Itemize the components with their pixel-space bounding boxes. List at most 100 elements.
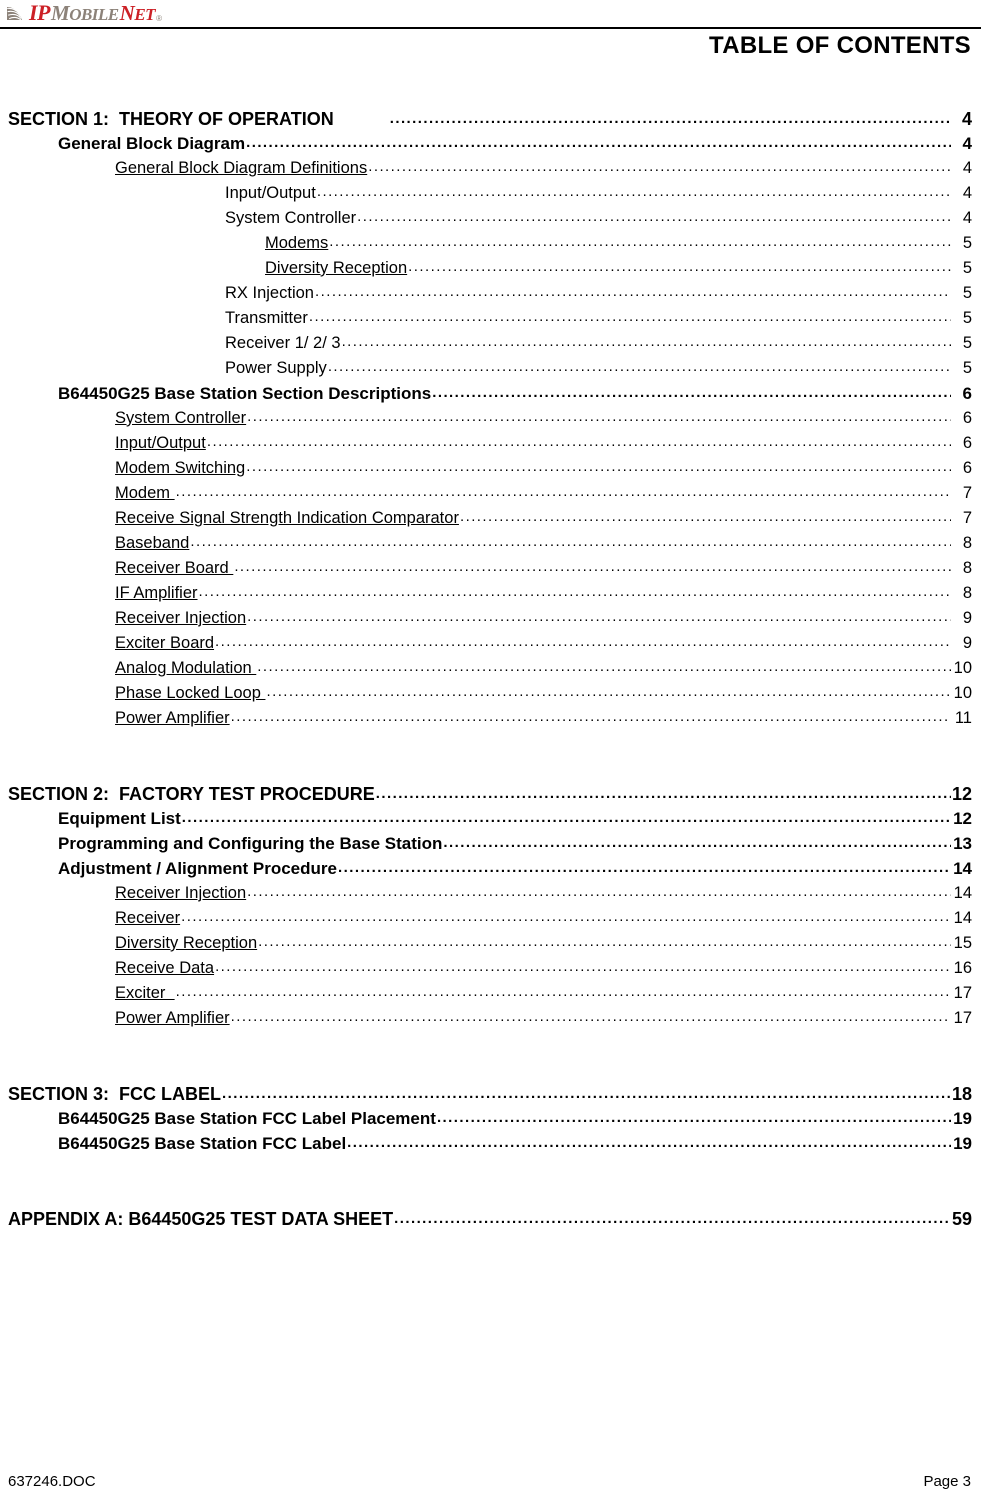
toc-entry-page-number: 16 bbox=[953, 959, 972, 977]
toc-entry-label: Input/Output bbox=[115, 434, 206, 452]
toc-section-gap bbox=[0, 735, 981, 785]
toc-dot-leader bbox=[376, 786, 951, 801]
toc-entry[interactable]: Receiver Injection 9 bbox=[0, 610, 981, 635]
toc-dot-leader bbox=[190, 534, 951, 549]
toc-dot-leader bbox=[176, 484, 951, 499]
toc-entry-page-number: 8 bbox=[962, 584, 972, 602]
toc-dot-leader bbox=[357, 209, 951, 224]
toc-dot-leader bbox=[443, 835, 951, 850]
toc-entry-page-number: 5 bbox=[962, 334, 972, 352]
toc-entry-label: Baseband bbox=[115, 534, 190, 552]
toc-entry[interactable]: Power Amplifier 17 bbox=[0, 1010, 981, 1035]
toc-entry[interactable]: Baseband 8 bbox=[0, 535, 981, 560]
toc-entry[interactable]: IF Amplifier 8 bbox=[0, 585, 981, 610]
toc-entry[interactable]: SECTION 3: FCC LABEL 18 bbox=[0, 1085, 981, 1110]
toc-entry-label: Equipment List bbox=[58, 809, 181, 828]
toc-section-gap bbox=[0, 1160, 981, 1210]
toc-entry[interactable]: Equipment List 12 bbox=[0, 810, 981, 835]
toc-entry[interactable]: Receiver Board 8 bbox=[0, 560, 981, 585]
toc-entry-page-number: 14 bbox=[953, 884, 972, 902]
toc-entry[interactable]: Modems 5 bbox=[0, 235, 981, 260]
toc-entry[interactable]: Diversity Reception 15 bbox=[0, 935, 981, 960]
toc-dot-leader bbox=[432, 385, 951, 400]
logo-text-mobile: MOBILE bbox=[51, 2, 119, 24]
toc-entry[interactable]: Input/Output 4 bbox=[0, 185, 981, 210]
toc-entry[interactable]: Receiver Injection 14 bbox=[0, 885, 981, 910]
toc-dot-leader bbox=[207, 434, 951, 449]
toc-entry[interactable]: System Controller 4 bbox=[0, 210, 981, 235]
toc-entry-page-number: 9 bbox=[962, 634, 972, 652]
toc-entry-label: B64450G25 Base Station FCC Label Placeme… bbox=[58, 1109, 436, 1128]
toc-dot-leader bbox=[246, 459, 951, 474]
toc-entry-page-number: 59 bbox=[951, 1209, 972, 1229]
toc-entry[interactable]: B64450G25 Base Station FCC Label Placeme… bbox=[0, 1110, 981, 1135]
toc-dot-leader bbox=[257, 659, 951, 674]
logo-mobile-rest: OBILE bbox=[69, 4, 119, 24]
toc-entry-label: SECTION 1: THEORY OF OPERATION bbox=[8, 109, 334, 129]
toc-entry[interactable]: Receiver 1/ 2/ 3 5 bbox=[0, 335, 981, 360]
toc-dot-leader bbox=[222, 1086, 951, 1101]
toc-entry[interactable]: Power Supply 5 bbox=[0, 360, 981, 385]
toc-dot-leader bbox=[215, 959, 951, 974]
toc-entry[interactable]: B64450G25 Base Station FCC Label 19 bbox=[0, 1135, 981, 1160]
toc-entry-label: General Block Diagram Definitions bbox=[115, 159, 368, 177]
toc-entry-page-number: 12 bbox=[951, 784, 972, 804]
toc-entry-label: Receiver Board bbox=[115, 559, 234, 577]
toc-dot-leader bbox=[234, 559, 951, 574]
toc-dot-leader bbox=[347, 1135, 951, 1150]
toc-entry-page-number: 12 bbox=[953, 809, 972, 828]
toc-entry-label: Diversity Reception bbox=[115, 934, 258, 952]
toc-dot-leader bbox=[368, 159, 951, 174]
toc-entry[interactable]: Receive Data 16 bbox=[0, 960, 981, 985]
toc-entry[interactable]: Modem 7 bbox=[0, 485, 981, 510]
toc-entry[interactable]: RX Injection 5 bbox=[0, 285, 981, 310]
footer-divider bbox=[0, 1471, 981, 1472]
toc-entry[interactable]: Transmitter 5 bbox=[0, 310, 981, 335]
toc-entry-label: Receive Signal Strength Indication Compa… bbox=[115, 509, 459, 527]
toc-entry[interactable]: Power Amplifier 11 bbox=[0, 710, 981, 735]
toc-entry-label: Input/Output bbox=[225, 184, 316, 202]
toc-entry-label: Transmitter bbox=[225, 309, 308, 327]
toc-entry-page-number: 6 bbox=[962, 434, 972, 452]
toc-entry-label: B64450G25 Base Station Section Descripti… bbox=[58, 384, 432, 403]
toc-entry[interactable]: Input/Output 6 bbox=[0, 435, 981, 460]
toc-entry-label: Power Supply bbox=[225, 359, 327, 377]
toc-entry-label: Power Amplifier bbox=[115, 1009, 230, 1027]
toc-entry[interactable]: SECTION 1: THEORY OF OPERATION 4 bbox=[0, 110, 981, 135]
toc-entry-label: Modem Switching bbox=[115, 459, 246, 477]
toc-entry[interactable]: SECTION 2: FACTORY TEST PROCEDURE 12 bbox=[0, 785, 981, 810]
toc-entry-label: Power Amplifier bbox=[115, 709, 230, 727]
toc-entry-label: B64450G25 Base Station FCC Label bbox=[58, 1134, 347, 1153]
toc-entry[interactable]: General Block Diagram Definitions 4 bbox=[0, 160, 981, 185]
toc-entry[interactable]: Diversity Reception 5 bbox=[0, 260, 981, 285]
logo-text-net: NET bbox=[120, 2, 156, 24]
toc-entry[interactable]: Receiver 14 bbox=[0, 910, 981, 935]
toc-dot-leader bbox=[181, 909, 951, 924]
header-divider bbox=[0, 27, 981, 29]
toc-entry[interactable]: Exciter 17 bbox=[0, 985, 981, 1010]
toc-entry-label: IF Amplifier bbox=[115, 584, 198, 602]
toc-dot-leader bbox=[182, 810, 951, 825]
toc-entry-page-number: 4 bbox=[962, 184, 972, 202]
toc-entry[interactable]: B64450G25 Base Station Section Descripti… bbox=[0, 385, 981, 410]
toc-entry[interactable]: Receive Signal Strength Indication Compa… bbox=[0, 510, 981, 535]
toc-entry-page-number: 10 bbox=[953, 659, 972, 677]
toc-entry-label: General Block Diagram bbox=[58, 134, 246, 153]
logo-net-rest: ET bbox=[134, 4, 156, 24]
toc-dot-leader bbox=[408, 259, 951, 274]
toc-entry-page-number: 13 bbox=[953, 834, 972, 853]
toc-entry[interactable]: Modem Switching 6 bbox=[0, 460, 981, 485]
toc-entry-page-number: 10 bbox=[953, 684, 972, 702]
toc-entry[interactable]: APPENDIX A: B64450G25 TEST DATA SHEET 59 bbox=[0, 1210, 981, 1235]
toc-entry[interactable]: Phase Locked Loop 10 bbox=[0, 685, 981, 710]
toc-entry[interactable]: Adjustment / Alignment Procedure 14 bbox=[0, 860, 981, 885]
toc-entry-page-number: 5 bbox=[962, 284, 972, 302]
toc-dot-leader bbox=[199, 584, 951, 599]
toc-entry[interactable]: System Controller 6 bbox=[0, 410, 981, 435]
toc-entry-page-number: 5 bbox=[962, 359, 972, 377]
toc-entry[interactable]: Exciter Board 9 bbox=[0, 635, 981, 660]
toc-entry[interactable]: General Block Diagram 4 bbox=[0, 135, 981, 160]
toc-entry[interactable]: Analog Modulation 10 bbox=[0, 660, 981, 685]
toc-entry[interactable]: Programming and Configuring the Base Sta… bbox=[0, 835, 981, 860]
toc-entry-page-number: 14 bbox=[953, 909, 972, 927]
